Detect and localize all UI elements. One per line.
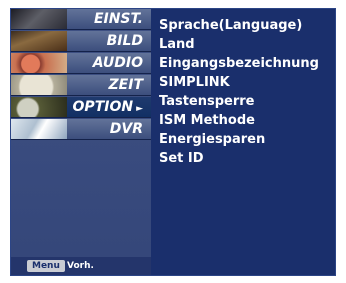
previous-label: Vorh.: [67, 261, 94, 271]
audio-thumbnail-icon: [11, 53, 67, 73]
submenu-item-power-saving[interactable]: Energiesparen: [159, 131, 265, 149]
sidebar-item-einst[interactable]: EINST.: [11, 9, 151, 30]
settings-thumbnail-icon: [11, 9, 67, 29]
submenu-item-key-lock[interactable]: Tastensperre: [159, 93, 255, 111]
main-menu-sidebar: EINST. BILD AUDIO ZEIT OPTION ► DVR Menu …: [11, 9, 151, 275]
submenu-item-language[interactable]: Sprache(Language): [159, 17, 302, 35]
menu-key-button[interactable]: Menu: [27, 260, 65, 272]
sidebar-item-label: AUDIO: [92, 55, 143, 71]
submenu-panel: Sprache(Language) Land Eingangsbezeichnu…: [151, 9, 335, 275]
sidebar-item-label: BILD: [106, 33, 143, 49]
submenu-item-country[interactable]: Land: [159, 36, 195, 54]
sidebar-item-label: ZEIT: [108, 77, 143, 93]
submenu-item-simplink[interactable]: SIMPLINK: [159, 74, 230, 92]
special-thumbnail-icon: [11, 97, 67, 117]
sidebar-item-label-wrap: OPTION ►: [73, 98, 143, 119]
sidebar-item-label: OPTION: [72, 99, 134, 115]
clock-thumbnail-icon: [11, 75, 67, 95]
sidebar-item-audio[interactable]: AUDIO: [11, 53, 151, 74]
footer-bar: Menu Vorh.: [11, 257, 151, 275]
tv-osd-menu: EINST. BILD AUDIO ZEIT OPTION ► DVR Menu …: [10, 8, 336, 276]
disc-thumbnail-icon: [11, 119, 67, 139]
submenu-item-set-id[interactable]: Set ID: [159, 150, 204, 168]
submenu-item-input-label[interactable]: Eingangsbezeichnung: [159, 55, 319, 73]
sidebar-item-label: EINST.: [93, 11, 143, 27]
sidebar-item-label: DVR: [109, 121, 143, 137]
picture-thumbnail-icon: [11, 31, 67, 51]
selection-arrow-icon: ►: [136, 104, 143, 114]
sidebar-item-bild[interactable]: BILD: [11, 31, 151, 52]
sidebar-item-dvr[interactable]: DVR: [11, 119, 151, 140]
sidebar-item-zeit[interactable]: ZEIT: [11, 75, 151, 96]
submenu-item-ism-method[interactable]: ISM Methode: [159, 112, 255, 130]
sidebar-item-option[interactable]: OPTION ►: [11, 97, 151, 118]
